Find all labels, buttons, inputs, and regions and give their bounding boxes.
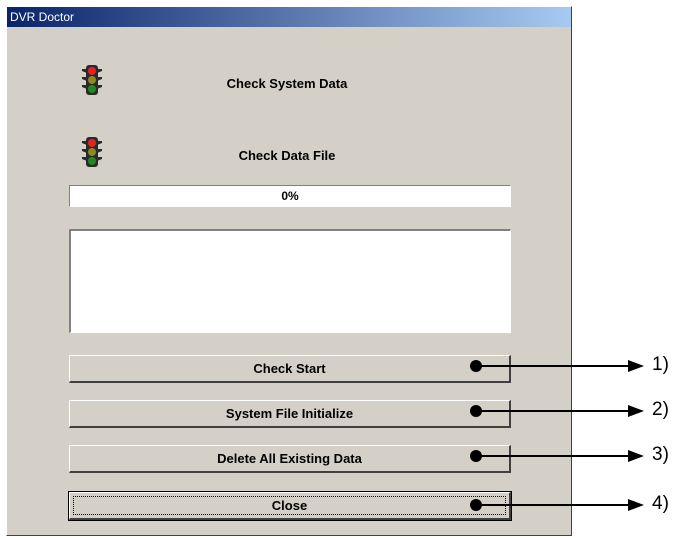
annotation-label-3: 3) (652, 444, 669, 465)
title-bar: DVR Doctor (7, 7, 571, 27)
dvr-doctor-window: DVR Doctor Check System Data Check Data … (6, 6, 572, 536)
system-file-initialize-button[interactable]: System File Initialize (69, 400, 511, 428)
close-button-label: Close (271, 498, 308, 513)
annotation-label-4: 4) (652, 493, 669, 514)
window-title: DVR Doctor (10, 10, 75, 24)
traffic-light-icon (82, 137, 102, 167)
progress-bar: 0% (69, 185, 511, 207)
traffic-light-icon (82, 65, 102, 95)
check-start-button[interactable]: Check Start (69, 355, 511, 383)
annotation-label-2: 2) (652, 399, 669, 420)
log-output-box[interactable] (69, 229, 511, 333)
delete-all-existing-data-button[interactable]: Delete All Existing Data (69, 445, 511, 473)
progress-text: 0% (281, 189, 299, 203)
check-data-file-label: Check Data File (238, 148, 336, 163)
annotation-label-1: 1) (652, 354, 669, 375)
close-button[interactable]: Close (68, 491, 512, 521)
check-system-data-label: Check System Data (226, 76, 348, 91)
